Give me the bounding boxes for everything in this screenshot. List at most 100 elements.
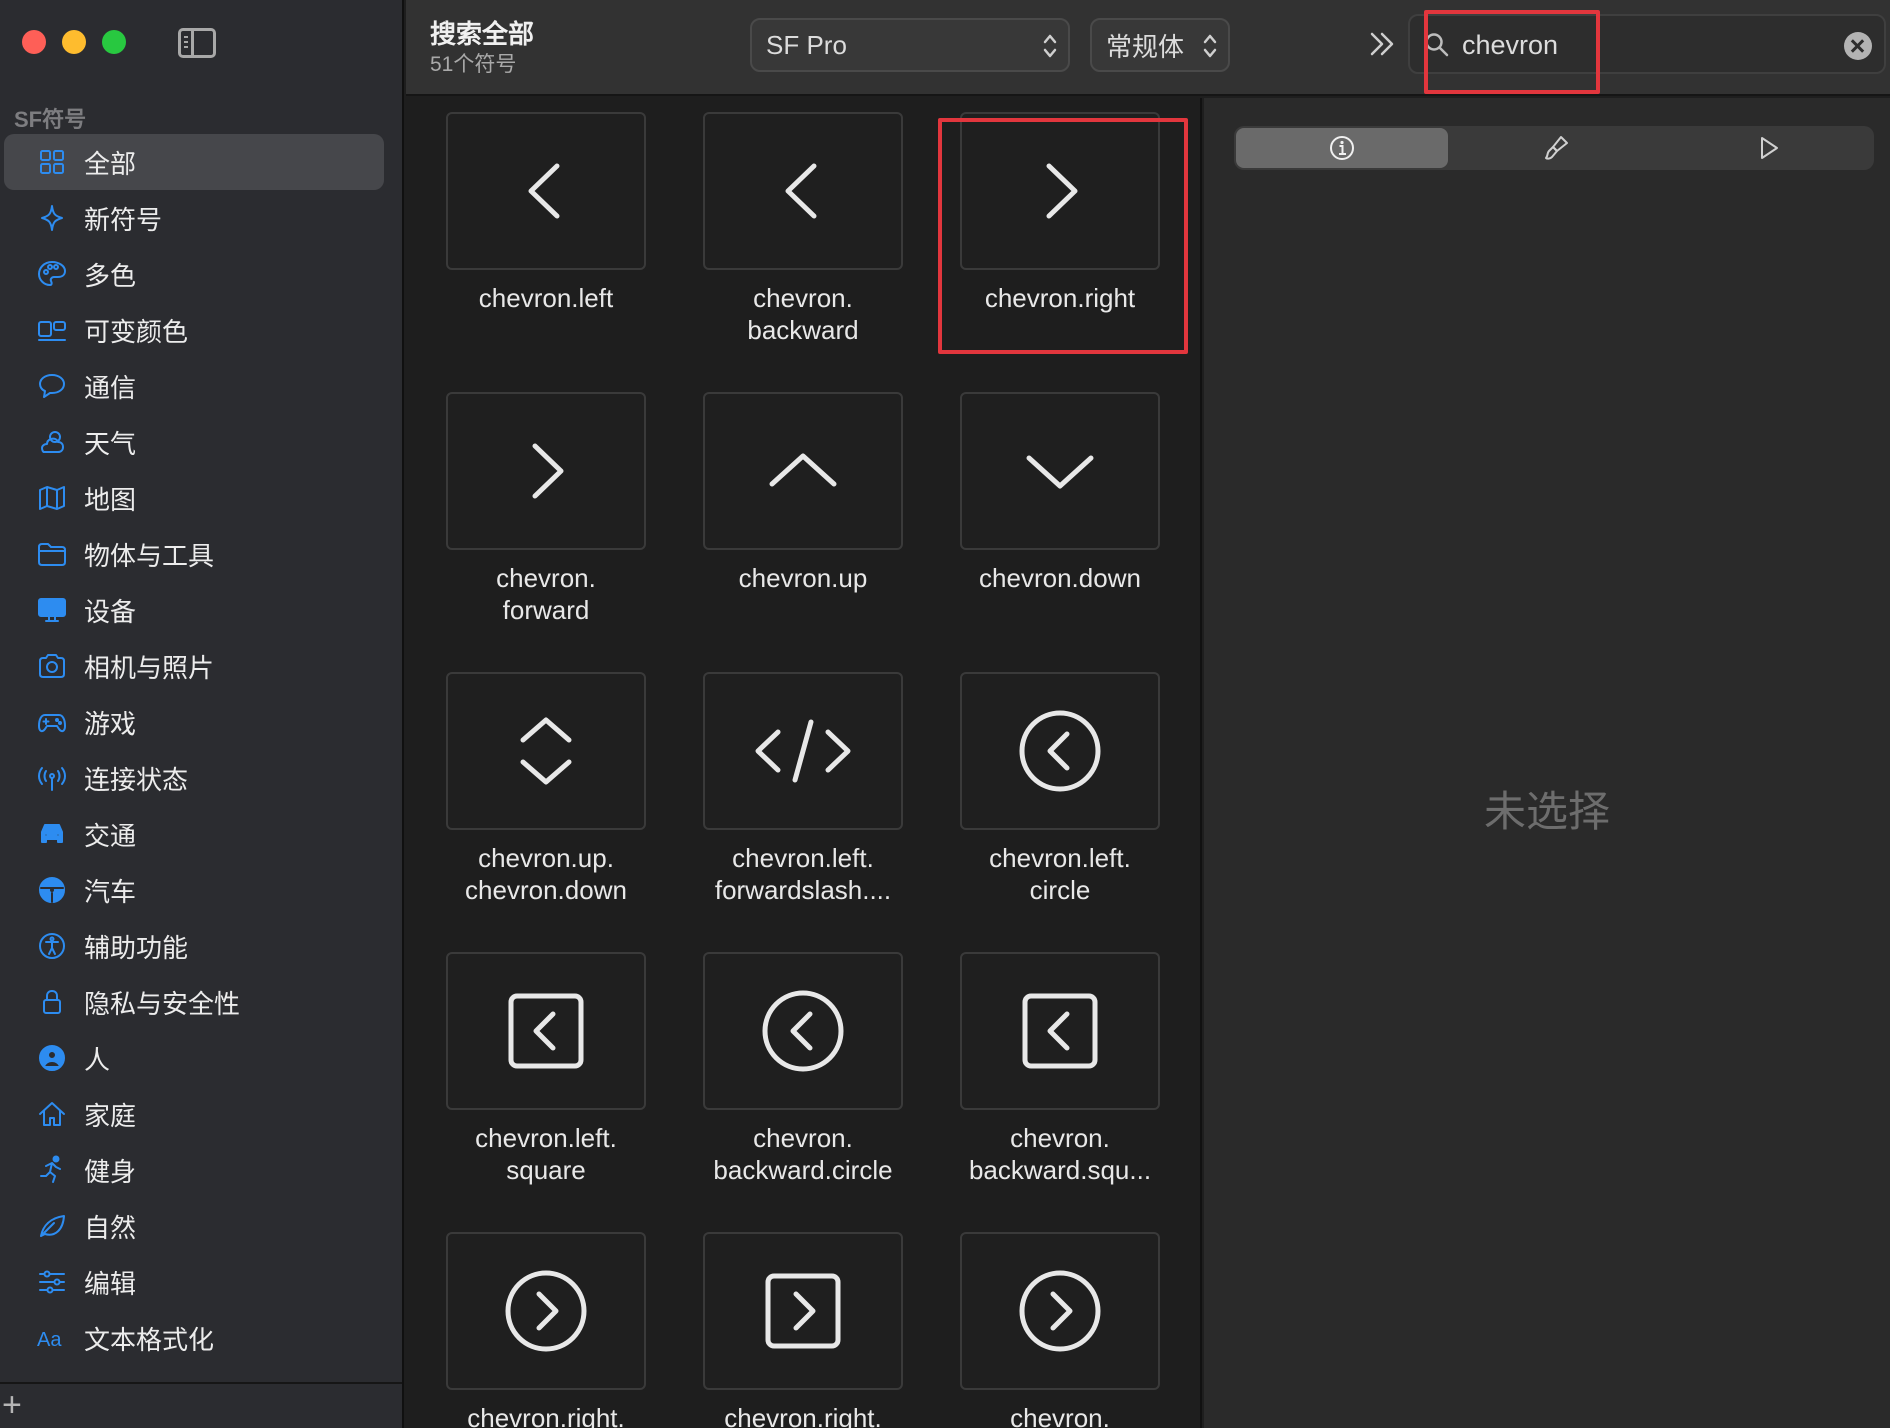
sidebar-item[interactable]: 设备 (4, 582, 384, 638)
sidebar-item-label: 天气 (84, 428, 137, 459)
symbol-name: chevron.right. (724, 1403, 882, 1428)
map-icon (39, 486, 65, 510)
symbol-tile[interactable]: chevron.left. forwardslash.... (663, 658, 919, 938)
sidebar-item[interactable]: 地图 (4, 470, 384, 526)
symbol-tile[interactable]: chevron.left. circle (920, 658, 1176, 938)
sidebar-item[interactable]: 天气 (4, 414, 384, 470)
sidebar-item[interactable]: 隐私与安全性 (4, 974, 384, 1030)
camera-icon (34, 648, 70, 684)
sidebar-item-label: 隐私与安全性 (84, 988, 241, 1019)
accessibility-icon (39, 933, 65, 959)
weight-popup[interactable]: 常规体 (1090, 18, 1230, 72)
sidebar-toggle-icon[interactable] (178, 28, 216, 58)
sparkle-icon (41, 205, 63, 231)
sidebar-item[interactable]: 自然 (4, 1198, 384, 1254)
antenna-icon (38, 767, 66, 791)
symbol-preview (703, 672, 903, 830)
search-field[interactable] (1408, 14, 1886, 74)
font-popup[interactable]: SF Pro (750, 18, 1070, 72)
sidebar-footer: + (0, 1382, 402, 1428)
sidebar-item[interactable]: 编辑 (4, 1254, 384, 1310)
lock-icon (43, 990, 61, 1014)
camera-icon (39, 654, 65, 678)
info-icon (1330, 136, 1354, 160)
sidebar-item[interactable]: 交通 (4, 806, 384, 862)
tab-animation[interactable] (1662, 126, 1874, 170)
symbol-preview (960, 672, 1160, 830)
symbol-tile[interactable]: chevron. forward (406, 378, 662, 658)
sidebar-item-label: 多色 (84, 260, 137, 291)
leaf-icon (34, 1208, 70, 1244)
symbol-name: chevron.left. circle (989, 843, 1131, 905)
clear-search-button[interactable] (1844, 32, 1872, 60)
sidebar-item[interactable]: 可变颜色 (4, 302, 384, 358)
close-window-button[interactable] (22, 30, 46, 54)
palette-icon (34, 256, 70, 292)
sidebar-item[interactable]: 新符号 (4, 190, 384, 246)
symbol-preview (703, 1232, 903, 1390)
symbol-tile[interactable]: chevron.up (663, 378, 919, 658)
lock-icon (34, 984, 70, 1020)
tab-rendering[interactable] (1450, 126, 1662, 170)
symbol-tile[interactable]: chevron.left (406, 98, 662, 378)
house-icon (39, 1102, 65, 1126)
symbol-tile[interactable]: chevron.right (920, 98, 1176, 378)
sidebar-list: 全部 新符号多色可变颜色通信天气地图 物体与工具设备相机与照片 游戏 连接状态 交通 汽车辅… (4, 134, 384, 1366)
symbol-tile[interactable]: chevron. backward.squ... (920, 938, 1176, 1218)
symbol-name: chevron.right (984, 283, 1136, 313)
sidebar-item[interactable]: 多色 (4, 246, 384, 302)
search-input[interactable] (1462, 26, 1822, 64)
symbol-tile[interactable]: chevron. backward (663, 98, 919, 378)
add-collection-button[interactable]: + (2, 1388, 22, 1422)
symbol-tile[interactable]: chevron.right. (663, 1218, 919, 1428)
chevron-forward-circle-icon (1019, 1270, 1101, 1352)
sidebar-item[interactable]: 物体与工具 (4, 526, 384, 582)
sidebar-item[interactable]: Aa 文本格式化 (4, 1310, 384, 1366)
sidebar-item-label: 设备 (84, 596, 137, 627)
sidebar-item[interactable]: 游戏 (4, 694, 384, 750)
sidebar-item[interactable]: 人 (4, 1030, 384, 1086)
sidebar-item-label: 编辑 (84, 1268, 137, 1299)
symbol-name: chevron. forward (496, 563, 596, 625)
sidebar-item[interactable]: 健身 (4, 1142, 384, 1198)
symbol-tile[interactable]: chevron.down (920, 378, 1176, 658)
symbol-name: chevron. (1010, 1403, 1110, 1428)
sidebar-item[interactable]: 家庭 (4, 1086, 384, 1142)
sidebar-item[interactable]: 全部 (4, 134, 384, 190)
symbol-tile[interactable]: chevron.up. chevron.down (406, 658, 662, 938)
sidebar-item-label: 人 (84, 1044, 111, 1075)
chevron-right-icon (1046, 163, 1078, 219)
figure-run-icon (40, 1155, 61, 1183)
symbol-tile[interactable]: chevron.right. (406, 1218, 662, 1428)
symbol-name: chevron.up (738, 563, 868, 593)
symbol-preview (960, 952, 1160, 1110)
symbol-preview (446, 1232, 646, 1390)
sidebar: SF符号 全部 新符号 多色 可变颜色 通信 天气 地图 物体与工具 设备 相机与照片 游戏 连接状态… (0, 0, 404, 1428)
zoom-window-button[interactable] (102, 30, 126, 54)
sidebar-item-label: 可变颜色 (84, 316, 189, 347)
symbol-tile[interactable]: chevron. (920, 1218, 1176, 1428)
double-chevron-right-icon[interactable] (1362, 24, 1402, 64)
chevron-up-down-icon (520, 717, 572, 785)
cloud-sun-icon (34, 424, 70, 460)
symbol-name: chevron.down (979, 563, 1141, 593)
sidebar-item[interactable]: 相机与照片 (4, 638, 384, 694)
weight-popup-value: 常规体 (1106, 31, 1185, 62)
tab-info[interactable] (1236, 128, 1448, 168)
font-popup-value: SF Pro (766, 29, 847, 60)
sidebar-item[interactable]: 辅助功能 (4, 918, 384, 974)
sidebar-item[interactable]: 通信 (4, 358, 384, 414)
sidebar-item-label: 自然 (84, 1212, 137, 1243)
sidebar-item[interactable]: 连接状态 (4, 750, 384, 806)
gamecontroller-icon (34, 704, 70, 740)
text-format-icon: Aa (34, 1320, 70, 1356)
palette-icon (38, 261, 66, 286)
variable-color-icon (34, 312, 70, 348)
symbol-name: chevron. backward.circle (713, 1123, 893, 1185)
minimize-window-button[interactable] (62, 30, 86, 54)
symbol-tile[interactable]: chevron. backward.circle (663, 938, 919, 1218)
symbol-tile[interactable]: chevron.left. square (406, 938, 662, 1218)
person-circle-icon (39, 1045, 65, 1071)
sidebar-item[interactable]: 汽车 (4, 862, 384, 918)
sparkle-icon (34, 200, 70, 236)
